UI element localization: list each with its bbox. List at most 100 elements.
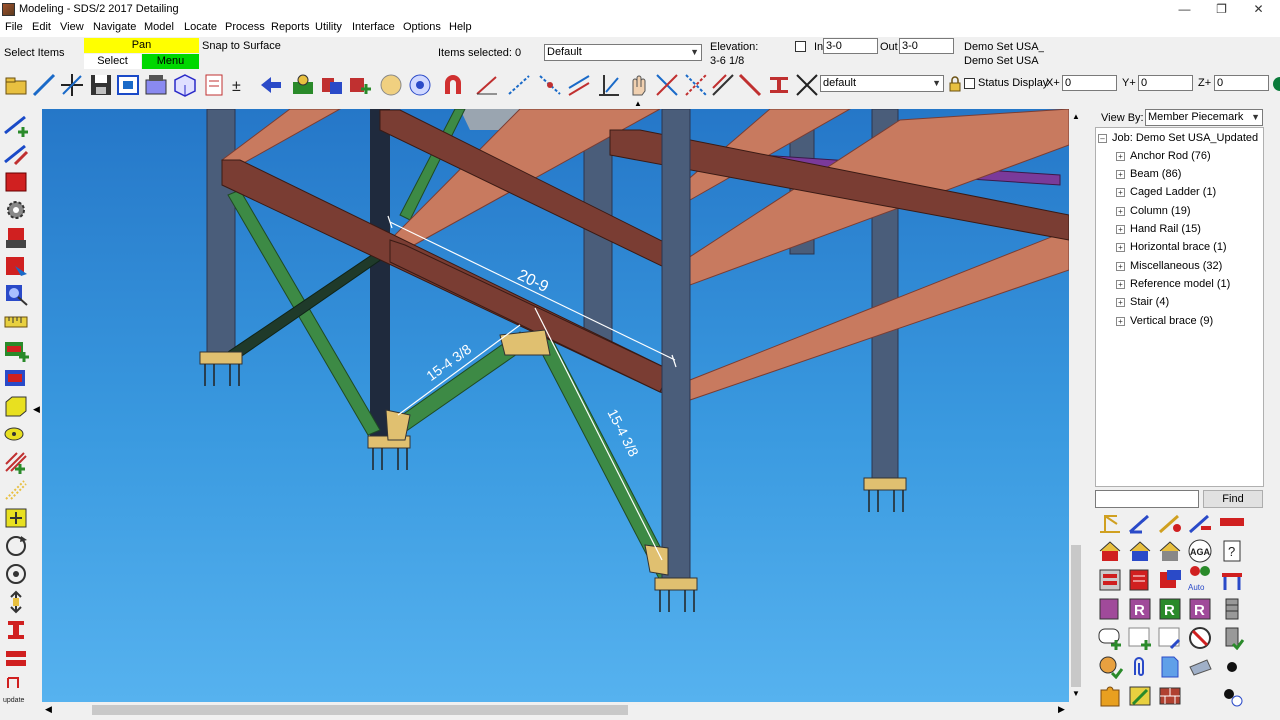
horizontal-scrollbar[interactable]: ◀ ▶ — [42, 702, 1069, 718]
menu-model[interactable]: Model — [144, 21, 174, 33]
menu-mouse-button[interactable]: Menu — [142, 54, 199, 69]
intersect-icon[interactable] — [654, 72, 680, 98]
select-box-icon[interactable] — [115, 72, 141, 98]
expand-icon[interactable]: + — [1116, 261, 1125, 271]
select-mouse-button[interactable]: Select — [84, 54, 141, 69]
scroll-down-icon[interactable]: ▼ — [1072, 689, 1080, 698]
auto-flag-icon[interactable]: Auto — [1187, 564, 1213, 592]
expand-icon[interactable]: + — [1116, 187, 1125, 197]
menu-help[interactable]: Help — [449, 21, 472, 33]
expand-icon[interactable]: + — [1116, 206, 1125, 216]
add-line-icon[interactable] — [3, 142, 29, 166]
tree-item-beam[interactable]: + Beam (86) — [1116, 166, 1181, 182]
tree-item-horizontal-brace[interactable]: + Horizontal brace (1) — [1116, 239, 1227, 255]
collapse-toolbar-icon[interactable]: ▲ — [634, 99, 642, 108]
scroll-up-icon[interactable]: ▲ — [1072, 112, 1080, 121]
status-edit-icon[interactable] — [1157, 626, 1183, 650]
pan-indicator[interactable]: Pan — [84, 38, 199, 53]
help-icon[interactable]: ? — [1219, 539, 1245, 563]
find-button[interactable]: Find — [1203, 490, 1263, 508]
layer-combo[interactable]: default ▼ — [820, 75, 944, 92]
grating-icon[interactable] — [3, 450, 29, 474]
dot-icon[interactable] — [1219, 655, 1245, 679]
clear-locate-icon[interactable] — [794, 72, 820, 98]
rotate-view-icon[interactable] — [407, 72, 433, 98]
process-icon[interactable] — [319, 72, 345, 98]
tree-item-anchor-rod[interactable]: + Anchor Rod (76) — [1116, 148, 1211, 164]
add-comment-icon[interactable] — [1097, 626, 1123, 650]
angle-frame-icon[interactable] — [1127, 684, 1153, 708]
save-icon[interactable] — [88, 72, 114, 98]
status-display-checkbox[interactable] — [964, 78, 975, 89]
z-field[interactable]: 0 — [1214, 75, 1269, 91]
menu-locate[interactable]: Locate — [184, 21, 217, 33]
erase-icon[interactable] — [378, 72, 404, 98]
node-icon[interactable] — [1219, 684, 1245, 708]
in-out-checkbox[interactable] — [795, 41, 806, 52]
r-report-2-icon[interactable]: R — [1157, 597, 1183, 621]
offset-line-icon[interactable] — [710, 72, 736, 98]
document-icon[interactable] — [1157, 655, 1183, 679]
material-edit-icon[interactable] — [1157, 568, 1183, 592]
locate-line-icon[interactable] — [506, 72, 532, 98]
stretch-icon[interactable] — [3, 590, 29, 614]
expand-icon[interactable]: + — [1116, 224, 1125, 234]
add-material-icon[interactable] — [3, 170, 29, 194]
add-member-icon[interactable] — [347, 72, 373, 98]
in-field[interactable]: 3-0 — [823, 38, 878, 54]
horizontal-scrollbar-thumb[interactable] — [92, 705, 628, 715]
menu-view[interactable]: View — [60, 21, 84, 33]
crane-beam-icon[interactable] — [1127, 510, 1153, 534]
menu-edit[interactable]: Edit — [32, 21, 51, 33]
bolt-icon[interactable] — [3, 422, 29, 446]
expand-icon[interactable]: + — [1116, 169, 1125, 179]
purple-member-icon[interactable] — [1097, 597, 1123, 621]
tree-item-stair[interactable]: + Stair (4) — [1116, 294, 1169, 310]
rotate-plane-icon[interactable] — [3, 562, 29, 586]
parallel-line-icon[interactable] — [566, 72, 592, 98]
crane-icon[interactable] — [1097, 510, 1123, 534]
view-by-combo[interactable]: Member Piecemark ▼ — [1145, 109, 1263, 126]
magnet-snap-icon[interactable] — [440, 72, 466, 98]
view-combo[interactable]: Default ▼ — [544, 44, 702, 61]
expand-icon[interactable]: + — [1116, 279, 1125, 289]
frame-icon[interactable] — [1097, 539, 1123, 563]
model-complete-icon[interactable] — [290, 72, 316, 98]
close-button[interactable]: ✕ — [1240, 0, 1277, 19]
plate-icon[interactable] — [1187, 655, 1213, 679]
tree-item-vertical-brace[interactable]: + Vertical brace (9) — [1116, 313, 1213, 329]
solid-box-icon[interactable] — [3, 394, 29, 418]
report-icon[interactable] — [201, 72, 227, 98]
plus-minus-icon[interactable]: ± — [229, 72, 255, 98]
tree-item-column[interactable]: + Column (19) — [1116, 203, 1191, 219]
red-bar-icon[interactable] — [1219, 510, 1245, 534]
tree-item-hand-rail[interactable]: + Hand Rail (15) — [1116, 221, 1201, 237]
perpendicular-icon[interactable] — [596, 72, 622, 98]
y-field[interactable]: 0 — [1138, 75, 1193, 91]
model-viewport[interactable]: 20-9 15-4 3/8 15-4 3/8 — [42, 109, 1069, 702]
minimize-button[interactable]: — — [1166, 0, 1203, 19]
hand-pick-icon[interactable] — [625, 72, 651, 98]
empty-tool-icon[interactable] — [1187, 684, 1213, 708]
angle-locate-icon[interactable] — [474, 72, 500, 98]
crane-add-icon[interactable] — [1157, 510, 1183, 534]
inspect-icon[interactable] — [1097, 655, 1123, 679]
status-add-icon[interactable] — [1127, 626, 1153, 650]
drawing-icon[interactable] — [1127, 568, 1153, 592]
vertical-scrollbar[interactable]: ▲ ▼ — [1069, 109, 1083, 702]
collapse-left-arrow-icon[interactable]: ◀ — [33, 404, 40, 415]
menu-navigate[interactable]: Navigate — [93, 21, 136, 33]
menu-file[interactable]: File — [5, 21, 23, 33]
r-report-3-icon[interactable]: R — [1187, 597, 1213, 621]
line-tool-icon[interactable] — [31, 72, 57, 98]
member-edit-icon[interactable] — [143, 72, 169, 98]
extend-line-icon[interactable] — [737, 72, 763, 98]
expand-icon[interactable]: + — [1116, 316, 1125, 326]
aga-icon[interactable]: AGA — [1187, 539, 1213, 563]
material-cut-icon[interactable] — [3, 254, 29, 278]
split-member-icon[interactable] — [3, 646, 29, 670]
tree-item-reference-model[interactable]: + Reference model (1) — [1116, 276, 1230, 292]
puzzle-icon[interactable] — [1097, 684, 1123, 708]
rotate-member-icon[interactable] — [3, 534, 29, 558]
column-section-icon[interactable] — [3, 618, 29, 642]
